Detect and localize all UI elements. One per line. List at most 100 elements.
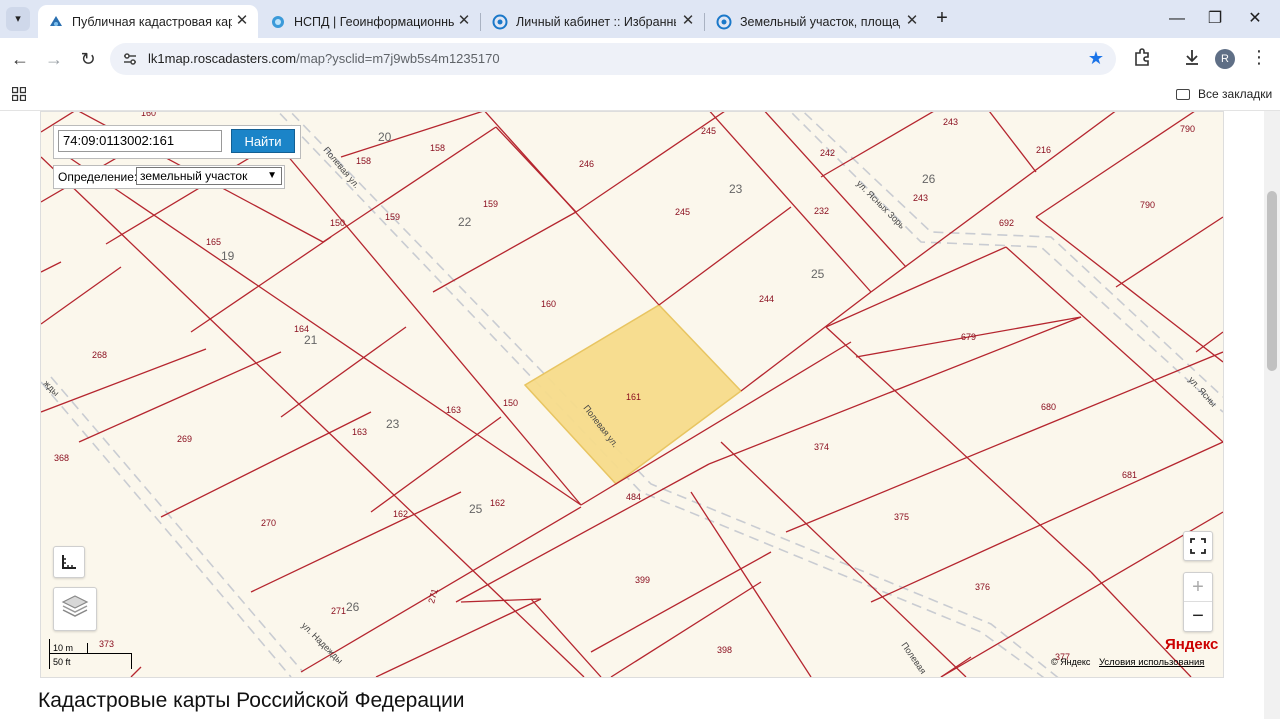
definition-select[interactable]: земельный участок ▼	[136, 167, 282, 185]
layers-button[interactable]	[53, 587, 97, 631]
tab-search-button[interactable]: ▾	[6, 7, 30, 31]
new-tab-button[interactable]: +	[932, 8, 952, 29]
close-icon[interactable]: ✕	[234, 13, 250, 29]
parcel-label: 368	[54, 453, 69, 463]
ruler-icon	[62, 555, 76, 569]
parcel-label: 244	[759, 294, 774, 304]
parcel-label: 399	[635, 575, 650, 585]
tab-label: Земельный участок, площадь	[740, 14, 900, 29]
parcel-label: 790	[1180, 124, 1195, 134]
map-scale: 10 m 50 ft	[49, 639, 139, 669]
block-label: 22	[458, 215, 472, 229]
url-host: lk1map.roscadasters.com	[148, 51, 297, 66]
close-icon[interactable]: ✕	[456, 13, 472, 29]
street-label: ул. Ясны	[1187, 375, 1219, 409]
window-close-icon[interactable]: ✕	[1244, 8, 1266, 30]
ruler-button[interactable]	[53, 546, 85, 578]
minimize-icon[interactable]: —	[1166, 8, 1188, 30]
cadastral-favicon-icon	[50, 15, 62, 26]
parcel-label: 216	[1036, 145, 1051, 155]
parcel-label: 679	[961, 332, 976, 342]
download-icon[interactable]	[1182, 47, 1202, 67]
extensions-icon[interactable]	[1132, 47, 1152, 67]
block-label: 26	[346, 600, 360, 614]
parcel-label: 398	[717, 645, 732, 655]
parcel-label: 159	[385, 212, 400, 222]
block-label: 23	[729, 182, 743, 196]
url-path: /map?ysclid=m7j9wb5s4m1235170	[296, 51, 500, 66]
tab-cadastral-map[interactable]: Публичная кадастровая карта ✕	[38, 5, 258, 38]
cadastral-search-panel: 74:09:0113002:161 Найти	[53, 125, 301, 159]
browser-toolbar: ← → ↻ lk1map.roscadasters.com/map?ysclid…	[0, 38, 1280, 80]
reload-icon[interactable]: ↻	[76, 47, 100, 71]
tab-nspd[interactable]: НСПД | Геоинформационный ✕	[260, 5, 480, 38]
parcel-label: 243	[943, 117, 958, 127]
parcel-label: 150	[503, 398, 518, 408]
tab-land-plot[interactable]: Земельный участок, площадь ✕	[706, 5, 928, 38]
parcel-label: 150	[330, 218, 345, 228]
bookmark-star-icon[interactable]: ★	[1088, 48, 1104, 69]
yandex-logo: Яндекс	[1165, 636, 1219, 653]
parcel-label: 271	[331, 606, 346, 616]
parcel-label: 681	[1122, 470, 1137, 480]
find-button[interactable]: Найти	[231, 129, 295, 153]
block-label: 25	[811, 267, 825, 281]
zoom-in-button[interactable]: +	[1184, 573, 1212, 601]
parcel-label: 790	[1140, 200, 1155, 210]
scroll-thumb[interactable]	[1267, 191, 1277, 371]
parcel-label: 165	[206, 237, 221, 247]
nspd-favicon-icon	[272, 15, 284, 28]
parcel-label: 246	[579, 159, 594, 169]
profile-avatar[interactable]: R	[1215, 49, 1235, 69]
definition-select-value: земельный участок	[140, 169, 248, 183]
parcel-label: 242	[820, 148, 835, 158]
close-icon[interactable]: ✕	[904, 13, 920, 29]
page-heading: Кадастровые карты Российской Федерации	[38, 689, 465, 712]
parcel-label: 163	[446, 405, 461, 415]
tab-strip: ▾ Публичная кадастровая карта ✕ НСПД | Г…	[0, 0, 1280, 38]
parcel-label: 376	[975, 582, 990, 592]
block-label: 20	[378, 130, 392, 144]
block-label: 21	[304, 333, 318, 347]
parcel-label: 162	[393, 509, 408, 519]
parcel-label: 232	[814, 206, 829, 216]
site-info-icon[interactable]	[122, 51, 138, 67]
parcel-label: 162	[490, 498, 505, 508]
page-content: 160 245 243 216 790 242 246 158 158 20 1…	[0, 111, 1264, 719]
menu-dots-icon[interactable]: ⋮	[1250, 46, 1268, 70]
parcel-label: 270	[261, 518, 276, 528]
definition-panel: Определение: земельный участок ▼	[53, 165, 285, 189]
address-bar[interactable]: lk1map.roscadasters.com/map?ysclid=m7j9w…	[110, 43, 1116, 75]
parcel-label: 163	[352, 427, 367, 437]
parcel-label: 243	[913, 193, 928, 203]
forward-icon[interactable]: →	[42, 47, 66, 71]
parcel-label: 269	[177, 434, 192, 444]
parcel-label: 245	[701, 126, 716, 136]
parcel-label: 160	[541, 299, 556, 309]
cadastral-map[interactable]: 160 245 243 216 790 242 246 158 158 20 1…	[40, 111, 1224, 678]
block-label: 25	[469, 502, 483, 516]
parcel-label: 271	[426, 587, 440, 604]
parcel-label: 680	[1041, 402, 1056, 412]
block-label: 26	[922, 172, 936, 186]
tab-separator	[704, 13, 705, 31]
cadastral-number-input[interactable]: 74:09:0113002:161	[58, 130, 222, 152]
page-scrollbar[interactable]	[1264, 111, 1280, 719]
zoom-out-button[interactable]: −	[1184, 602, 1212, 630]
layers-icon	[61, 595, 89, 617]
definition-label: Определение:	[58, 170, 138, 184]
folder-icon	[1176, 88, 1190, 100]
yandex-copyright: © Яндекс	[1051, 657, 1091, 667]
apps-grid-icon[interactable]	[12, 87, 26, 101]
back-icon[interactable]: ←	[8, 47, 32, 71]
parcel-label: 159	[483, 199, 498, 209]
parcel-label: 268	[92, 350, 107, 360]
terms-of-use-link[interactable]: Условия использования	[1099, 657, 1204, 668]
all-bookmarks-button[interactable]: Все закладки	[1176, 87, 1272, 101]
fullscreen-button[interactable]	[1183, 531, 1213, 561]
bookmarks-bar: Все закладки	[0, 80, 1280, 111]
close-icon[interactable]: ✕	[680, 13, 696, 29]
restore-icon[interactable]: ❐	[1204, 8, 1226, 30]
tab-personal-cabinet[interactable]: Личный кабинет :: Избранные ✕	[482, 5, 704, 38]
scale-feet: 50 ft	[53, 657, 71, 667]
